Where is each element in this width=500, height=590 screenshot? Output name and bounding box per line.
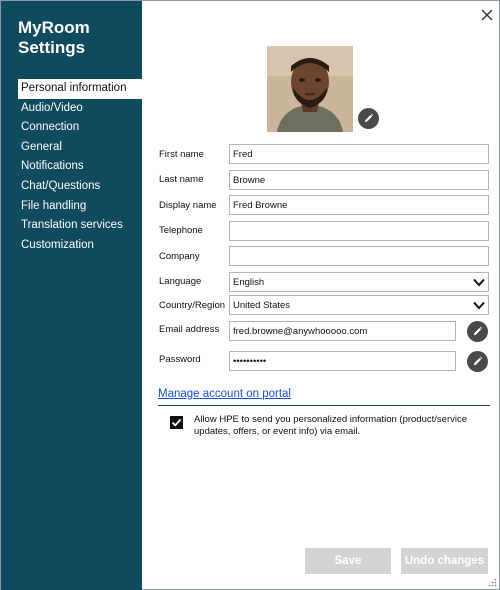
sidebar-item-connection[interactable]: Connection: [18, 118, 142, 138]
display-name-label: Display name: [159, 200, 217, 211]
last-name-field[interactable]: [229, 170, 489, 190]
first-name-field[interactable]: [229, 144, 489, 164]
check-icon: [171, 418, 182, 427]
edit-avatar-button[interactable]: [358, 108, 379, 129]
close-icon: [481, 9, 493, 21]
save-button[interactable]: Save: [305, 548, 391, 574]
display-name-field[interactable]: [229, 195, 489, 215]
sidebar-nav: Personal information Audio/Video Connect…: [18, 79, 142, 255]
sidebar-item-file-handling[interactable]: File handling: [18, 197, 142, 217]
password-label: Password: [159, 354, 201, 365]
pencil-icon: [473, 356, 483, 366]
consent-text: Allow HPE to send you personalized infor…: [194, 414, 467, 437]
country-region-label: Country/Region: [159, 300, 226, 311]
email-field[interactable]: [229, 321, 456, 341]
undo-changes-button[interactable]: Undo changes: [401, 548, 488, 574]
language-select[interactable]: English: [229, 272, 489, 292]
sidebar-item-notifications[interactable]: Notifications: [18, 157, 142, 177]
sidebar-item-translation-services[interactable]: Translation services: [18, 216, 142, 236]
last-name-label: Last name: [159, 174, 204, 185]
close-button[interactable]: [479, 7, 495, 23]
chevron-down-icon: [473, 278, 485, 287]
password-field[interactable]: [229, 351, 456, 371]
country-region-value: United States: [233, 300, 291, 311]
sidebar-item-audio-video[interactable]: Audio/Video: [18, 99, 142, 119]
pencil-icon: [473, 326, 483, 336]
settings-window: MyRoom Settings Personal information Aud…: [0, 0, 500, 590]
telephone-field[interactable]: [229, 221, 489, 241]
sidebar-item-personal-information[interactable]: Personal information: [18, 79, 142, 99]
company-label: Company: [159, 251, 200, 262]
language-label: Language: [159, 276, 202, 287]
edit-password-button[interactable]: [467, 351, 488, 372]
sidebar-item-customization[interactable]: Customization: [18, 236, 142, 256]
resize-grip-icon[interactable]: [487, 577, 497, 587]
sidebar: MyRoom Settings Personal information Aud…: [1, 1, 142, 590]
telephone-label: Telephone: [159, 225, 203, 236]
country-region-select[interactable]: United States: [229, 295, 489, 315]
first-name-label: First name: [159, 149, 204, 160]
app-title-line-1: MyRoom: [18, 18, 90, 37]
avatar: [267, 46, 353, 132]
chevron-down-icon: [473, 301, 485, 310]
app-title-line-2: Settings: [18, 38, 86, 57]
email-address-label: Email address: [159, 324, 220, 335]
edit-email-button[interactable]: [467, 321, 488, 342]
avatar-photo: [267, 46, 353, 132]
manage-account-link[interactable]: Manage account on portal: [158, 388, 291, 400]
company-field[interactable]: [229, 246, 489, 266]
pencil-icon: [364, 113, 374, 123]
sidebar-item-general[interactable]: General: [18, 138, 142, 158]
consent-checkbox[interactable]: [170, 416, 183, 429]
language-value: English: [233, 277, 265, 288]
sidebar-item-chat-questions[interactable]: Chat/Questions: [18, 177, 142, 197]
app-title: MyRoom Settings: [18, 18, 138, 58]
divider: [158, 405, 490, 406]
